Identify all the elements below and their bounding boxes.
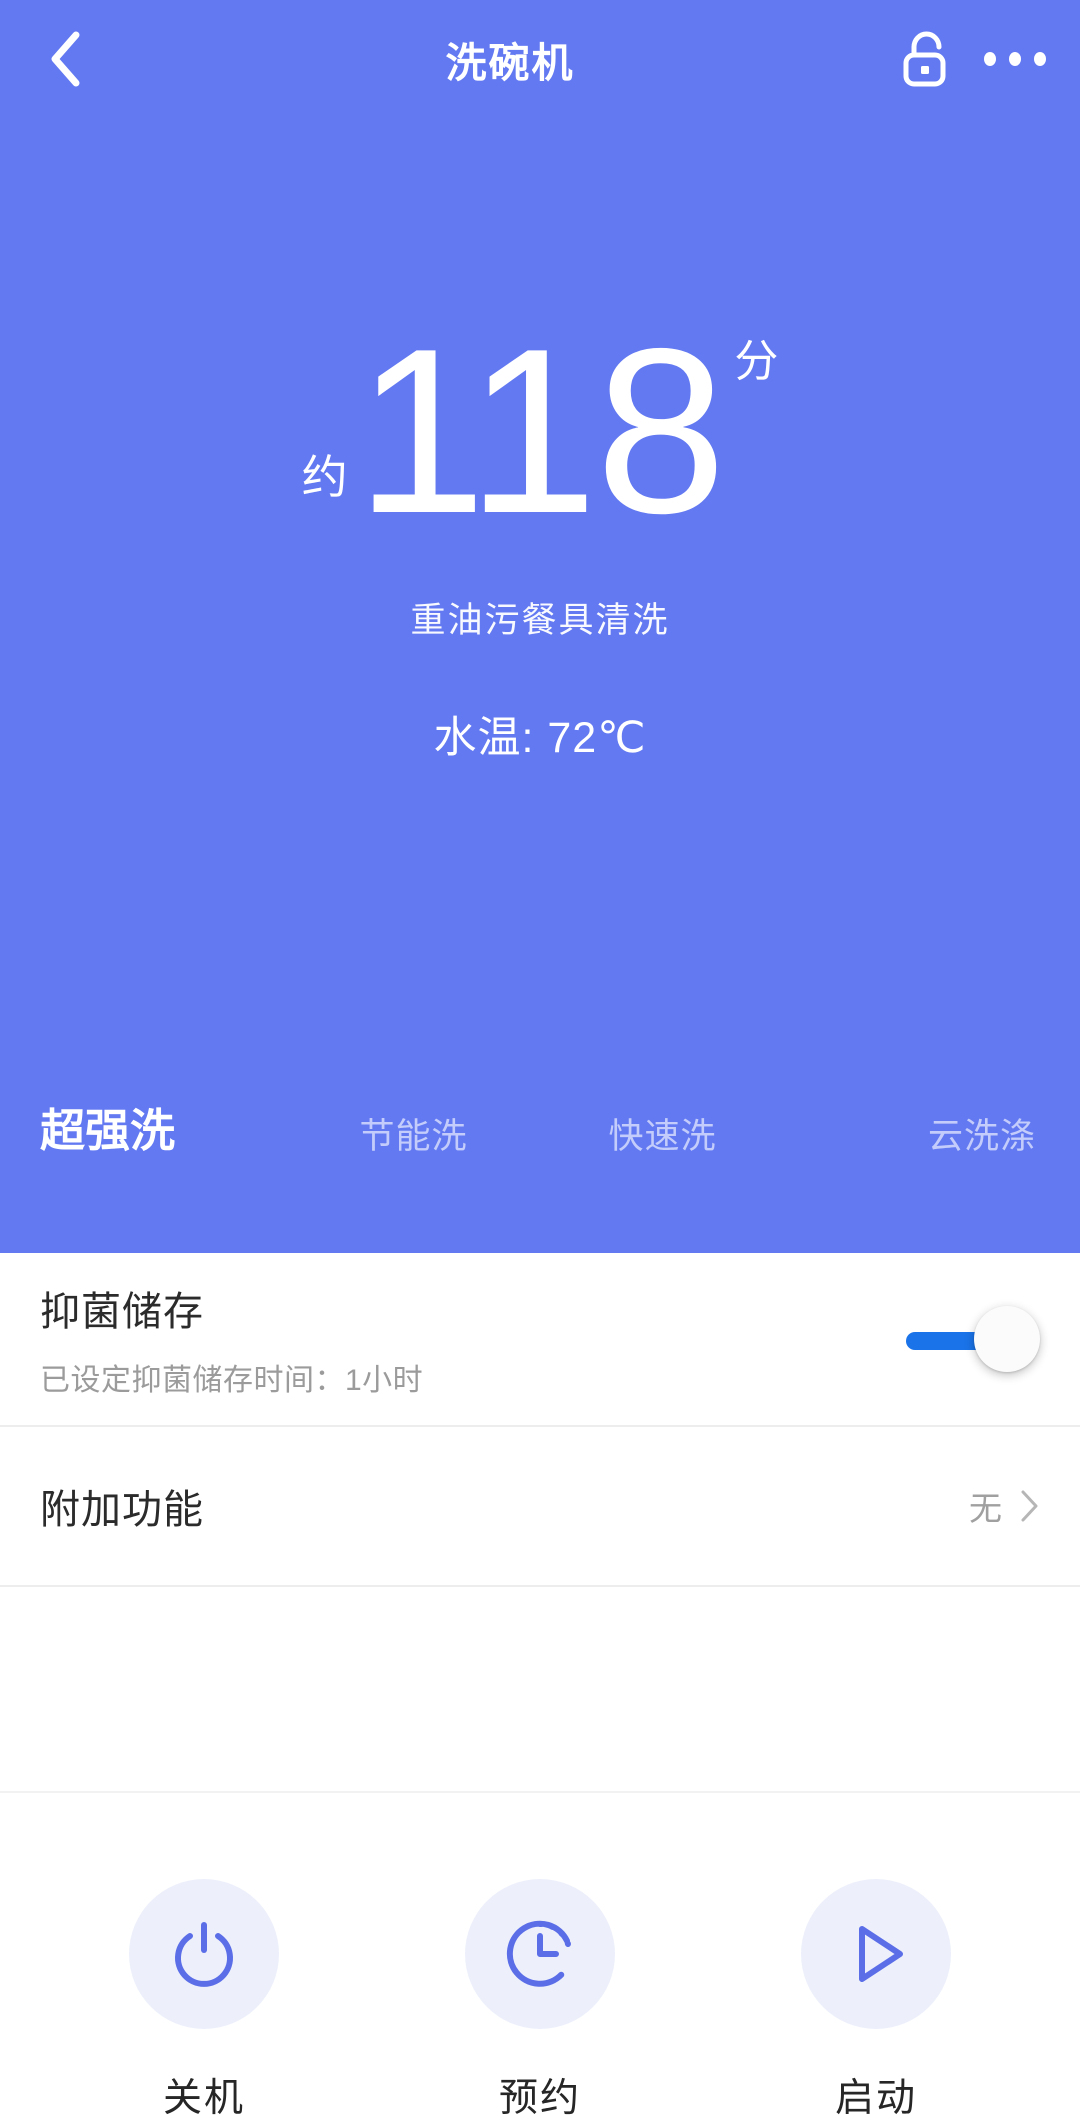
schedule-button[interactable]: 预约 — [425, 1879, 655, 2123]
sterilize-storage-title: 抑菌储存 — [40, 1290, 204, 1334]
action-bar: 关机 预约 启动 — [0, 1793, 1080, 2123]
more-options-button[interactable] — [984, 28, 1046, 90]
chevron-right-icon — [1021, 1490, 1038, 1522]
tab-cloud-wash[interactable]: 云洗涤 — [787, 1108, 1036, 1163]
tab-super-wash[interactable]: 超强洗 — [40, 1094, 289, 1163]
remaining-minutes-value: 118 — [355, 299, 727, 562]
sterilize-storage-row[interactable]: 抑菌储存 已设定抑菌储存时间：1小时 — [0, 1253, 1080, 1425]
schedule-label: 预约 — [498, 2077, 581, 2120]
more-dot — [984, 52, 996, 66]
schedule-circle — [465, 1879, 615, 2029]
start-button[interactable]: 启动 — [761, 1879, 991, 2123]
content-spacer — [0, 1587, 1080, 1791]
status-hero-panel: 洗碗机 约 118 分 重油污餐具清洗 水温: 72℃ 超强洗 节能洗 快速洗 … — [0, 0, 1080, 1253]
more-dot — [1009, 52, 1021, 66]
sterilize-storage-toggle[interactable] — [906, 1306, 1040, 1372]
extra-functions-right: 无 — [969, 1482, 1040, 1530]
program-name-label: 重油污餐具清洗 — [410, 601, 670, 641]
chevron-left-icon — [51, 31, 80, 87]
unlock-icon — [903, 31, 946, 87]
wash-mode-tabs: 超强洗 节能洗 快速洗 云洗涤 — [0, 1094, 1080, 1163]
tab-eco-wash[interactable]: 节能洗 — [289, 1108, 538, 1163]
remaining-time-readout: 约 118 分 重油污餐具清洗 水温: 72℃ — [0, 299, 1080, 765]
child-lock-button[interactable] — [894, 28, 956, 90]
back-button[interactable] — [30, 24, 100, 94]
tab-quick-wash[interactable]: 快速洗 — [538, 1108, 787, 1163]
app-bar-actions — [894, 28, 1046, 90]
sterilize-storage-subtitle: 已设定抑菌储存时间：1小时 — [40, 1364, 424, 1397]
time-unit-label: 分 — [734, 337, 779, 386]
power-off-circle — [129, 1879, 279, 2029]
extra-functions-title: 附加功能 — [40, 1488, 204, 1532]
remaining-time-line: 约 118 分 — [301, 299, 779, 562]
play-icon — [859, 1926, 903, 1982]
page-title: 洗碗机 — [445, 40, 575, 86]
power-icon — [175, 1922, 233, 1987]
timer-clock-icon — [506, 1920, 571, 1987]
sterilize-storage-texts: 抑菌储存 已设定抑菌储存时间：1小时 — [40, 1279, 423, 1399]
extra-functions-value: 无 — [969, 1490, 1002, 1527]
power-off-button[interactable]: 关机 — [89, 1879, 319, 2123]
settings-list: 抑菌储存 已设定抑菌储存时间：1小时 附加功能 无 — [0, 1253, 1080, 1587]
dishwasher-control-screen: 洗碗机 约 118 分 重油污餐具清洗 水温: 72℃ 超强洗 节能洗 快速洗 … — [0, 0, 1080, 2123]
start-circle — [801, 1879, 951, 2029]
water-temperature-label: 水温: 72℃ — [433, 714, 647, 763]
approx-prefix: 约 — [301, 451, 348, 504]
app-bar: 洗碗机 — [0, 0, 1080, 118]
more-dot — [1034, 52, 1046, 66]
power-off-label: 关机 — [162, 2077, 245, 2120]
toggle-knob — [974, 1306, 1040, 1372]
extra-functions-row[interactable]: 附加功能 无 — [0, 1427, 1080, 1585]
start-label: 启动 — [834, 2077, 917, 2120]
